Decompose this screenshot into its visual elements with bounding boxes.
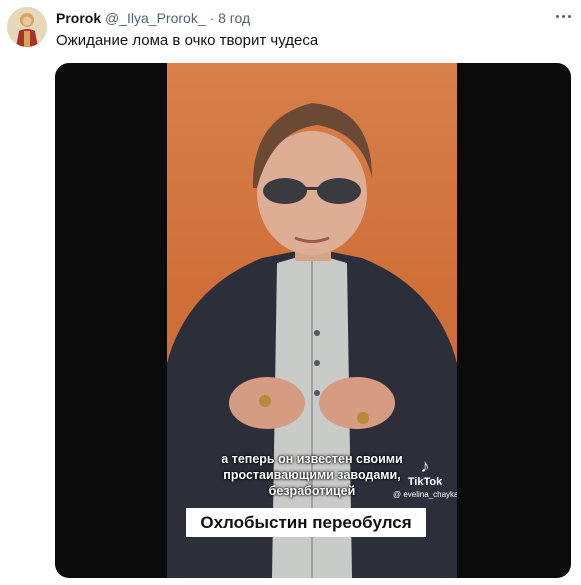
- avatar[interactable]: [7, 7, 47, 47]
- tweet: Prorok @_Ilya_Prorok_ · 8 год Ожидание л…: [0, 0, 581, 585]
- tiktok-username: @ evelina_chayka: [393, 490, 457, 499]
- separator-dot: ·: [209, 10, 215, 26]
- author-name[interactable]: Prorok: [56, 10, 101, 26]
- tiktok-logo-icon: ♪: [420, 456, 430, 476]
- tweet-header: Prorok @_Ilya_Prorok_ · 8 год: [56, 10, 250, 26]
- avatar-image: [7, 7, 47, 47]
- more-options-icon[interactable]: [548, 5, 578, 27]
- video-caption: Охлобыстин переобулся: [186, 508, 426, 537]
- tiktok-watermark: ♪ TikTok @ evelina_chayka: [393, 456, 457, 500]
- tiktok-label: TikTok: [407, 476, 443, 488]
- author-handle[interactable]: @_Ilya_Prorok_: [105, 10, 206, 26]
- timestamp[interactable]: 8 год: [218, 10, 250, 26]
- video-frame: а теперь он известен своими простаивающи…: [167, 63, 457, 578]
- video-scene-illustration: [167, 103, 457, 578]
- tweet-text: Ожидание лома в очко творит чудеса: [56, 32, 319, 49]
- video-player[interactable]: а теперь он известен своими простаивающи…: [55, 63, 571, 578]
